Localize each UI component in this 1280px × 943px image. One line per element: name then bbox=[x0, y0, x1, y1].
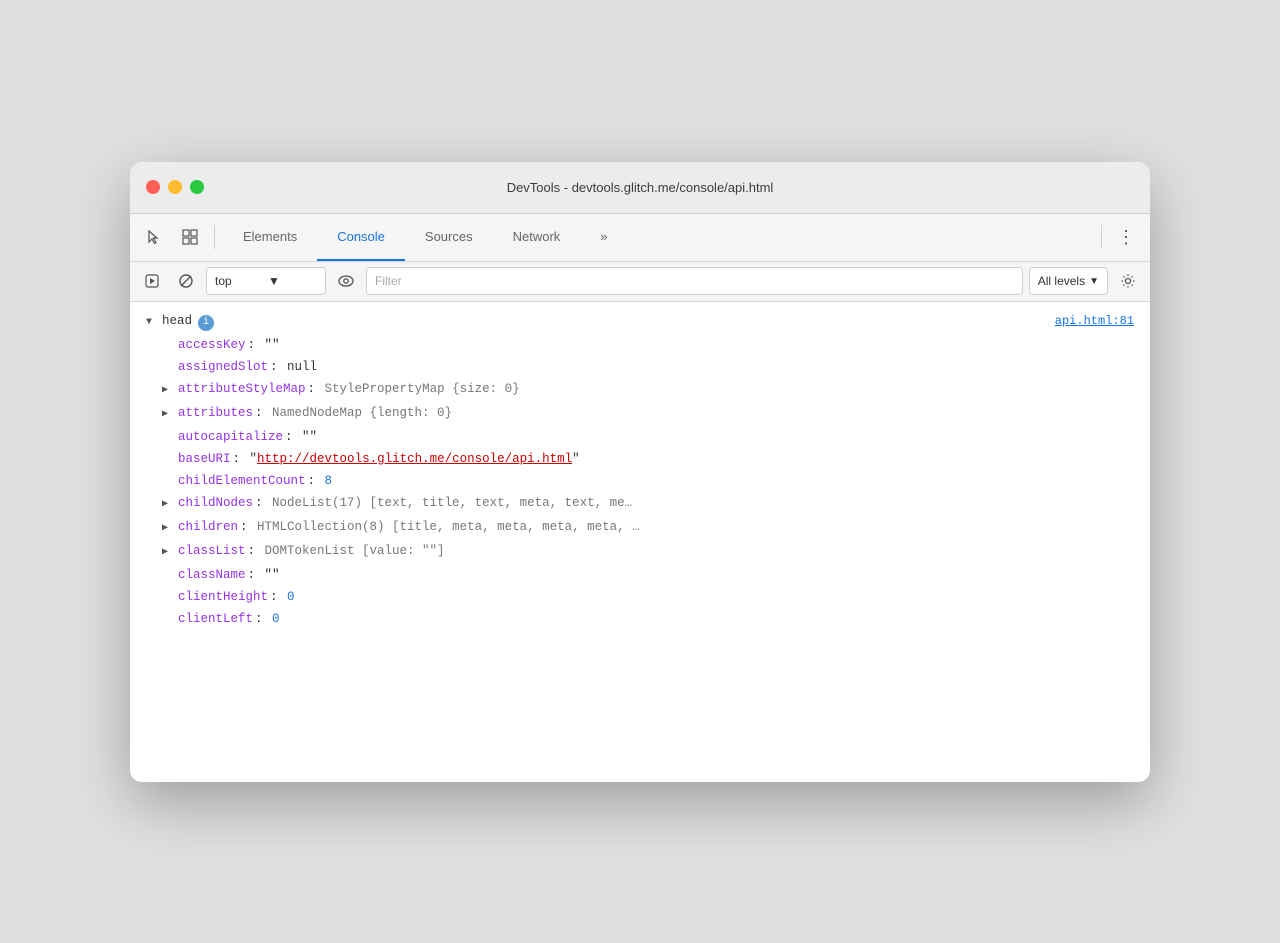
traffic-lights bbox=[146, 180, 204, 194]
titlebar: DevTools - devtools.glitch.me/console/ap… bbox=[130, 162, 1150, 214]
eye-icon bbox=[338, 275, 354, 287]
childNodes-arrow[interactable] bbox=[162, 494, 178, 514]
tab-elements[interactable]: Elements bbox=[223, 213, 317, 261]
more-menu-button[interactable]: ⋮ bbox=[1110, 221, 1142, 253]
close-button[interactable] bbox=[146, 180, 160, 194]
prop-className: className : "" bbox=[130, 564, 1150, 586]
prop-clientLeft: clientLeft : 0 bbox=[130, 608, 1150, 630]
prop-attributes[interactable]: attributes : NamedNodeMap {length: 0} bbox=[130, 402, 1150, 426]
eye-button[interactable] bbox=[332, 267, 360, 295]
main-toolbar: Elements Console Sources Network » ⋮ bbox=[130, 214, 1150, 262]
prop-baseURI: baseURI : "http://devtools.glitch.me/con… bbox=[130, 448, 1150, 470]
prop-clientHeight: clientHeight : 0 bbox=[130, 586, 1150, 608]
prop-attributeStyleMap[interactable]: attributeStyleMap : StylePropertyMap {si… bbox=[130, 378, 1150, 402]
prop-classList[interactable]: classList : DOMTokenList [value: ""] bbox=[130, 540, 1150, 564]
classList-arrow[interactable] bbox=[162, 542, 178, 562]
level-chevron-icon: ▼ bbox=[1089, 276, 1099, 287]
prop-childElementCount: childElementCount : 8 bbox=[130, 470, 1150, 492]
inspect-button[interactable] bbox=[174, 221, 206, 253]
attributeStyleMap-arrow[interactable] bbox=[162, 380, 178, 400]
attributes-arrow[interactable] bbox=[162, 404, 178, 424]
minimize-button[interactable] bbox=[168, 180, 182, 194]
play-icon bbox=[145, 274, 159, 288]
no-icon bbox=[178, 273, 194, 289]
head-row[interactable]: head i bbox=[130, 310, 1055, 334]
tab-bar: Elements Console Sources Network » bbox=[223, 213, 1093, 261]
console-settings-button[interactable] bbox=[1114, 267, 1142, 295]
inspect-icon bbox=[182, 229, 198, 245]
clear-console-button[interactable] bbox=[172, 267, 200, 295]
tab-sources[interactable]: Sources bbox=[405, 213, 493, 261]
console-output-area: api.html:81 head i accessKey : "" assign… bbox=[130, 310, 1150, 630]
chevron-down-icon: ▼ bbox=[268, 274, 317, 288]
cursor-icon bbox=[146, 229, 162, 245]
window-title: DevTools - devtools.glitch.me/console/ap… bbox=[146, 180, 1134, 195]
level-select[interactable]: All levels ▼ bbox=[1029, 267, 1108, 295]
context-selector[interactable]: top ▼ bbox=[206, 267, 326, 295]
tab-more[interactable]: » bbox=[580, 213, 627, 261]
select-element-button[interactable] bbox=[138, 221, 170, 253]
tab-console[interactable]: Console bbox=[317, 213, 405, 261]
children-arrow[interactable] bbox=[162, 518, 178, 538]
prop-accessKey: accessKey : "" bbox=[130, 334, 1150, 356]
source-link[interactable]: api.html:81 bbox=[1055, 314, 1150, 328]
prop-autocapitalize: autocapitalize : "" bbox=[130, 426, 1150, 448]
info-icon[interactable]: i bbox=[198, 315, 214, 331]
gear-icon bbox=[1120, 273, 1136, 289]
head-label: head bbox=[162, 312, 192, 330]
console-toolbar: top ▼ All levels ▼ bbox=[130, 262, 1150, 302]
prop-assignedSlot: assignedSlot : null bbox=[130, 356, 1150, 378]
devtools-window: DevTools - devtools.glitch.me/console/ap… bbox=[130, 162, 1150, 782]
maximize-button[interactable] bbox=[190, 180, 204, 194]
execute-button[interactable] bbox=[138, 267, 166, 295]
tab-network[interactable]: Network bbox=[493, 213, 581, 261]
console-content: api.html:81 head i accessKey : "" assign… bbox=[130, 302, 1150, 782]
toolbar-separator-2 bbox=[1101, 225, 1102, 249]
head-expand-arrow[interactable] bbox=[146, 312, 162, 332]
prop-childNodes[interactable]: childNodes : NodeList(17) [text, title, … bbox=[130, 492, 1150, 516]
prop-children[interactable]: children : HTMLCollection(8) [title, met… bbox=[130, 516, 1150, 540]
filter-input[interactable] bbox=[366, 267, 1023, 295]
toolbar-separator bbox=[214, 225, 215, 249]
